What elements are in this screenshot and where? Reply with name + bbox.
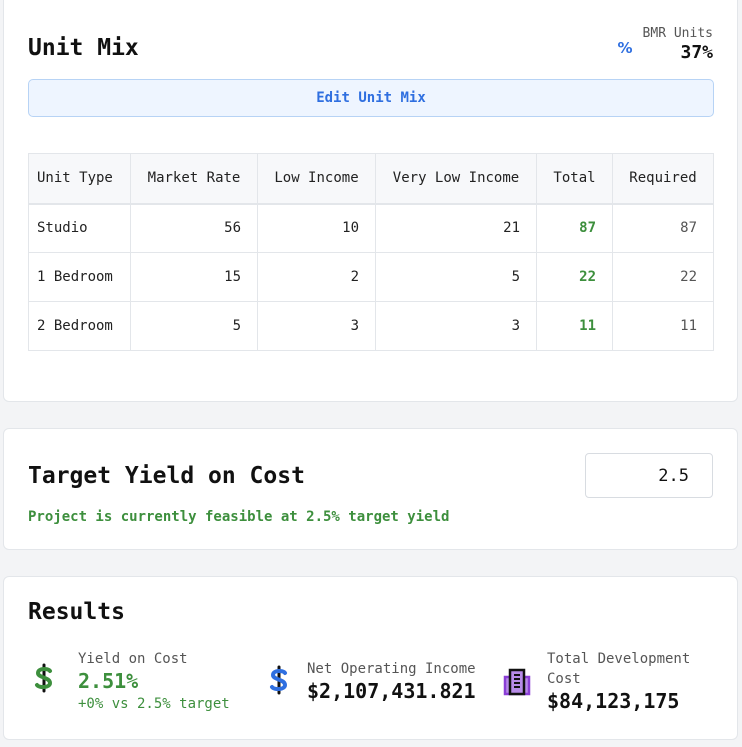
total-cell: 87 [536, 203, 613, 253]
dollar-icon [35, 663, 53, 693]
results-card: Results Yield on Cost 2.51% +0% vs 2.5% … [3, 576, 738, 740]
very-low-income-cell: 21 [375, 203, 537, 253]
edit-unit-mix-button[interactable]: Edit Unit Mix [28, 79, 714, 117]
unit-mix-card: Unit Mix % BMR Units 37% Edit Unit Mix U… [3, 0, 738, 402]
column-header: Required [612, 153, 714, 205]
yield-on-cost-value: 2.51% [78, 669, 139, 693]
yield-on-cost-label: Yield on Cost [78, 651, 188, 667]
results-title: Results [28, 599, 125, 625]
bmr-units-stat: % BMR Units 37% [618, 26, 713, 63]
net-operating-income-metric: Net Operating Income $2,107,431.821 [267, 659, 476, 703]
percent-icon: % [617, 38, 633, 57]
tdc-value: $84,123,175 [547, 689, 680, 713]
unit-mix-table: Unit Type Market Rate Low Income Very Lo… [28, 153, 714, 351]
column-header: Low Income [257, 153, 376, 205]
bmr-units-value: 37% [680, 42, 713, 63]
market-rate-cell: 56 [130, 203, 258, 253]
required-cell: 87 [612, 203, 714, 253]
table-row: Studio 56 10 21 87 87 [28, 203, 714, 253]
required-cell: 22 [612, 252, 714, 302]
unit-mix-title: Unit Mix [28, 35, 139, 61]
tdc-label: Total Development Cost [547, 651, 691, 687]
very-low-income-cell: 3 [375, 301, 537, 351]
column-header: Total [536, 153, 613, 205]
target-yield-title: Target Yield on Cost [28, 463, 305, 489]
table-header-row: Unit Type Market Rate Low Income Very Lo… [28, 153, 714, 205]
low-income-cell: 3 [257, 301, 376, 351]
bmr-units-label: BMR Units [642, 26, 713, 41]
table-row: 2 Bedroom 5 3 3 11 11 [28, 301, 714, 351]
total-cell: 22 [536, 252, 613, 302]
very-low-income-cell: 5 [375, 252, 537, 302]
column-header: Unit Type [28, 153, 131, 205]
dollar-icon [270, 665, 288, 695]
market-rate-cell: 15 [130, 252, 258, 302]
yield-on-cost-delta: +0% vs 2.5% target [78, 696, 230, 712]
target-yield-input[interactable] [585, 453, 713, 498]
unit-type-cell: Studio [28, 203, 131, 253]
market-rate-cell: 5 [130, 301, 258, 351]
yield-on-cost-metric: Yield on Cost 2.51% +0% vs 2.5% target [32, 649, 230, 712]
feasibility-status: Project is currently feasible at 2.5% ta… [28, 509, 450, 525]
table-row: 1 Bedroom 15 2 5 22 22 [28, 252, 714, 302]
total-development-cost-metric: Total Development Cost $84,123,175 [503, 649, 697, 713]
noi-value: $2,107,431.821 [307, 679, 476, 703]
total-cell: 11 [536, 301, 613, 351]
target-yield-card: Target Yield on Cost Project is currentl… [3, 428, 738, 550]
low-income-cell: 10 [257, 203, 376, 253]
unit-type-cell: 1 Bedroom [28, 252, 131, 302]
column-header: Market Rate [130, 153, 258, 205]
building-icon [503, 668, 531, 696]
unit-type-cell: 2 Bedroom [28, 301, 131, 351]
noi-label: Net Operating Income [307, 661, 476, 677]
low-income-cell: 2 [257, 252, 376, 302]
column-header: Very Low Income [375, 153, 537, 205]
required-cell: 11 [612, 301, 714, 351]
